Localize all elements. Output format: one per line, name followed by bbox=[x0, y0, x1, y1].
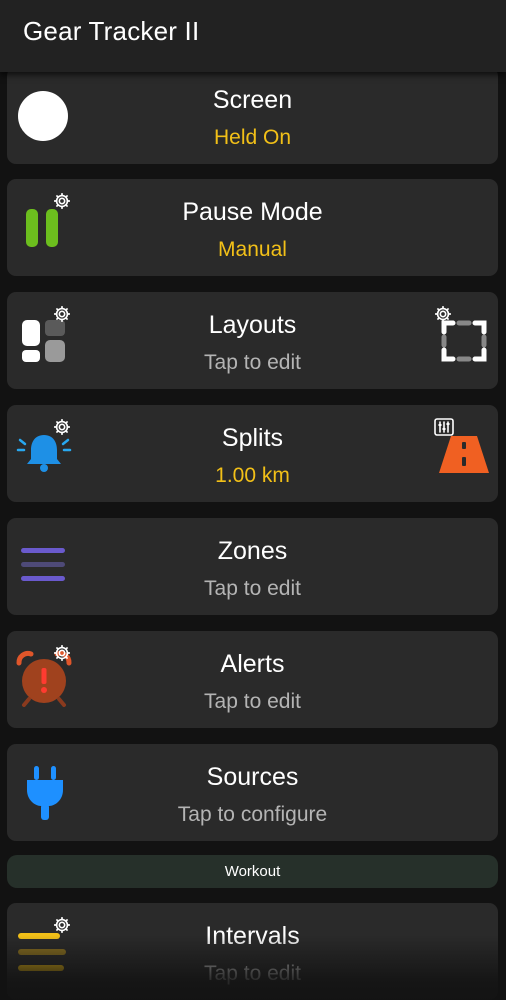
splits-value: 1.00 km bbox=[215, 464, 290, 487]
alerts-card[interactable]: Alerts Tap to edit bbox=[7, 631, 498, 728]
splits-card[interactable]: Splits 1.00 km bbox=[7, 405, 498, 502]
app-bar: Gear Tracker II bbox=[0, 0, 506, 72]
screen-value: Held On bbox=[213, 126, 292, 149]
alerts-label: Alerts bbox=[220, 650, 285, 678]
sources-label: Sources bbox=[206, 763, 299, 791]
sources-card[interactable]: Sources Tap to configure bbox=[7, 744, 498, 841]
layouts-card[interactable]: Layouts Tap to edit bbox=[7, 292, 498, 389]
layouts-value: Tap to edit bbox=[204, 351, 301, 374]
intervals-value: Tap to edit bbox=[204, 962, 301, 985]
layouts-label: Layouts bbox=[208, 311, 297, 339]
pause-mode-value: Manual bbox=[218, 238, 287, 261]
zones-card[interactable]: Zones Tap to edit bbox=[7, 518, 498, 615]
zones-value: Tap to edit bbox=[204, 577, 301, 600]
screen-card[interactable]: Screen Held On bbox=[7, 67, 498, 164]
zones-label: Zones bbox=[217, 537, 288, 565]
app-title: Gear Tracker II bbox=[23, 16, 200, 46]
pause-mode-card[interactable]: Pause Mode Manual bbox=[7, 179, 498, 276]
splits-label: Splits bbox=[221, 424, 284, 452]
alerts-value: Tap to edit bbox=[204, 690, 301, 713]
intervals-card[interactable]: Intervals Tap to edit bbox=[7, 903, 498, 1000]
section-header-workout: Workout bbox=[7, 855, 498, 888]
screen-label: Screen bbox=[212, 86, 293, 114]
settings-list: Screen Held On Pause Mode Manual Layouts… bbox=[0, 0, 506, 1000]
pause-mode-label: Pause Mode bbox=[182, 198, 323, 226]
sources-value: Tap to configure bbox=[177, 803, 328, 826]
intervals-label: Intervals bbox=[205, 922, 300, 950]
